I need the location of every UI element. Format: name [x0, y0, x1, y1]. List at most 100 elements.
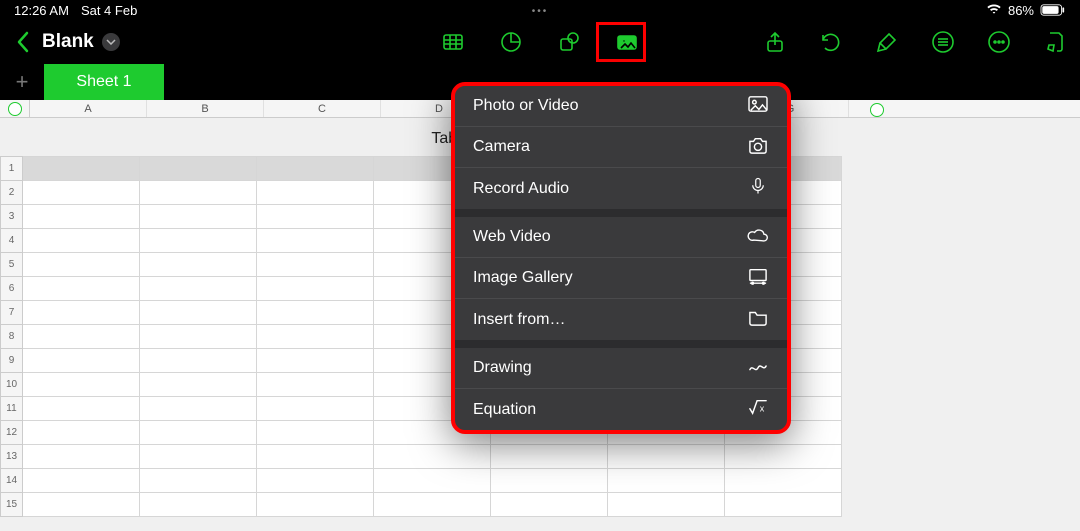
cell[interactable]: [23, 157, 140, 181]
row-header[interactable]: 15: [1, 493, 23, 517]
row-header[interactable]: 13: [1, 445, 23, 469]
menu-item-equation[interactable]: Equationx: [455, 389, 787, 430]
cell[interactable]: [257, 325, 374, 349]
row-header[interactable]: 3: [1, 205, 23, 229]
cell[interactable]: [257, 469, 374, 493]
cell[interactable]: [140, 373, 257, 397]
cell[interactable]: [257, 373, 374, 397]
menu-item-insert-from[interactable]: Insert from…: [455, 299, 787, 340]
col-header[interactable]: C: [264, 100, 381, 117]
cell[interactable]: [608, 493, 725, 517]
menu-item-record-audio[interactable]: Record Audio: [455, 168, 787, 209]
menu-item-image-gallery[interactable]: Image Gallery: [455, 258, 787, 299]
cell[interactable]: [140, 253, 257, 277]
cell[interactable]: [140, 181, 257, 205]
row-header[interactable]: 10: [1, 373, 23, 397]
table-handle-top-right[interactable]: [870, 103, 884, 117]
cell[interactable]: [23, 253, 140, 277]
insert-table-button[interactable]: [440, 29, 466, 55]
menu-item-camera[interactable]: Camera: [455, 127, 787, 168]
cell[interactable]: [257, 277, 374, 301]
cell[interactable]: [725, 445, 842, 469]
cell[interactable]: [257, 349, 374, 373]
row-header[interactable]: 2: [1, 181, 23, 205]
col-header[interactable]: A: [30, 100, 147, 117]
cell[interactable]: [140, 397, 257, 421]
multitask-dots[interactable]: •••: [532, 6, 549, 17]
cell[interactable]: [257, 421, 374, 445]
table-handle-top-left[interactable]: [8, 102, 22, 116]
cell[interactable]: [23, 469, 140, 493]
cell[interactable]: [23, 493, 140, 517]
row-header[interactable]: 4: [1, 229, 23, 253]
cell[interactable]: [23, 301, 140, 325]
cell[interactable]: [374, 469, 491, 493]
row-header[interactable]: 14: [1, 469, 23, 493]
row-header[interactable]: 9: [1, 349, 23, 373]
cell[interactable]: [140, 445, 257, 469]
cell[interactable]: [23, 325, 140, 349]
cell[interactable]: [257, 229, 374, 253]
cell[interactable]: [491, 469, 608, 493]
view-options-button[interactable]: [930, 29, 956, 55]
document-settings-button[interactable]: [1042, 29, 1068, 55]
share-button[interactable]: [762, 29, 788, 55]
menu-item-web-video[interactable]: Web Video: [455, 217, 787, 258]
row-header[interactable]: 5: [1, 253, 23, 277]
row-header[interactable]: 12: [1, 421, 23, 445]
menu-item-photo-or-video[interactable]: Photo or Video: [455, 86, 787, 127]
cell[interactable]: [257, 301, 374, 325]
row-header[interactable]: 6: [1, 277, 23, 301]
row-header[interactable]: 11: [1, 397, 23, 421]
cell[interactable]: [608, 445, 725, 469]
cell[interactable]: [257, 397, 374, 421]
cell[interactable]: [374, 493, 491, 517]
cell[interactable]: [140, 493, 257, 517]
cell[interactable]: [140, 205, 257, 229]
cell[interactable]: [23, 373, 140, 397]
col-header[interactable]: B: [147, 100, 264, 117]
cell[interactable]: [140, 277, 257, 301]
insert-media-button[interactable]: [614, 29, 640, 55]
cell[interactable]: [23, 349, 140, 373]
cell[interactable]: [23, 445, 140, 469]
back-button[interactable]: [10, 31, 36, 53]
cell[interactable]: [257, 253, 374, 277]
cell[interactable]: [374, 445, 491, 469]
undo-button[interactable]: [818, 29, 844, 55]
cell[interactable]: [725, 493, 842, 517]
cell[interactable]: [257, 181, 374, 205]
cell[interactable]: [140, 421, 257, 445]
cell[interactable]: [23, 277, 140, 301]
insert-shape-button[interactable]: [556, 29, 582, 55]
row-header[interactable]: 7: [1, 301, 23, 325]
cell[interactable]: [140, 349, 257, 373]
cell[interactable]: [257, 493, 374, 517]
format-brush-button[interactable]: [874, 29, 900, 55]
more-button[interactable]: [986, 29, 1012, 55]
cell[interactable]: [608, 469, 725, 493]
cell[interactable]: [491, 445, 608, 469]
cell[interactable]: [23, 421, 140, 445]
cell[interactable]: [140, 325, 257, 349]
cell[interactable]: [23, 397, 140, 421]
cell[interactable]: [257, 445, 374, 469]
cell[interactable]: [23, 181, 140, 205]
cell[interactable]: [725, 469, 842, 493]
cell[interactable]: [140, 469, 257, 493]
add-sheet-button[interactable]: +: [0, 64, 44, 100]
row-header[interactable]: 1: [1, 157, 23, 181]
cell[interactable]: [23, 229, 140, 253]
cell[interactable]: [257, 157, 374, 181]
cell[interactable]: [257, 205, 374, 229]
sheet-tab[interactable]: Sheet 1: [44, 64, 164, 100]
menu-item-drawing[interactable]: Drawing: [455, 348, 787, 389]
cell[interactable]: [140, 301, 257, 325]
insert-chart-button[interactable]: [498, 29, 524, 55]
cell[interactable]: [140, 157, 257, 181]
cell[interactable]: [140, 229, 257, 253]
row-header[interactable]: 8: [1, 325, 23, 349]
cell[interactable]: [23, 205, 140, 229]
cell[interactable]: [491, 493, 608, 517]
document-title[interactable]: Blank: [42, 31, 120, 53]
